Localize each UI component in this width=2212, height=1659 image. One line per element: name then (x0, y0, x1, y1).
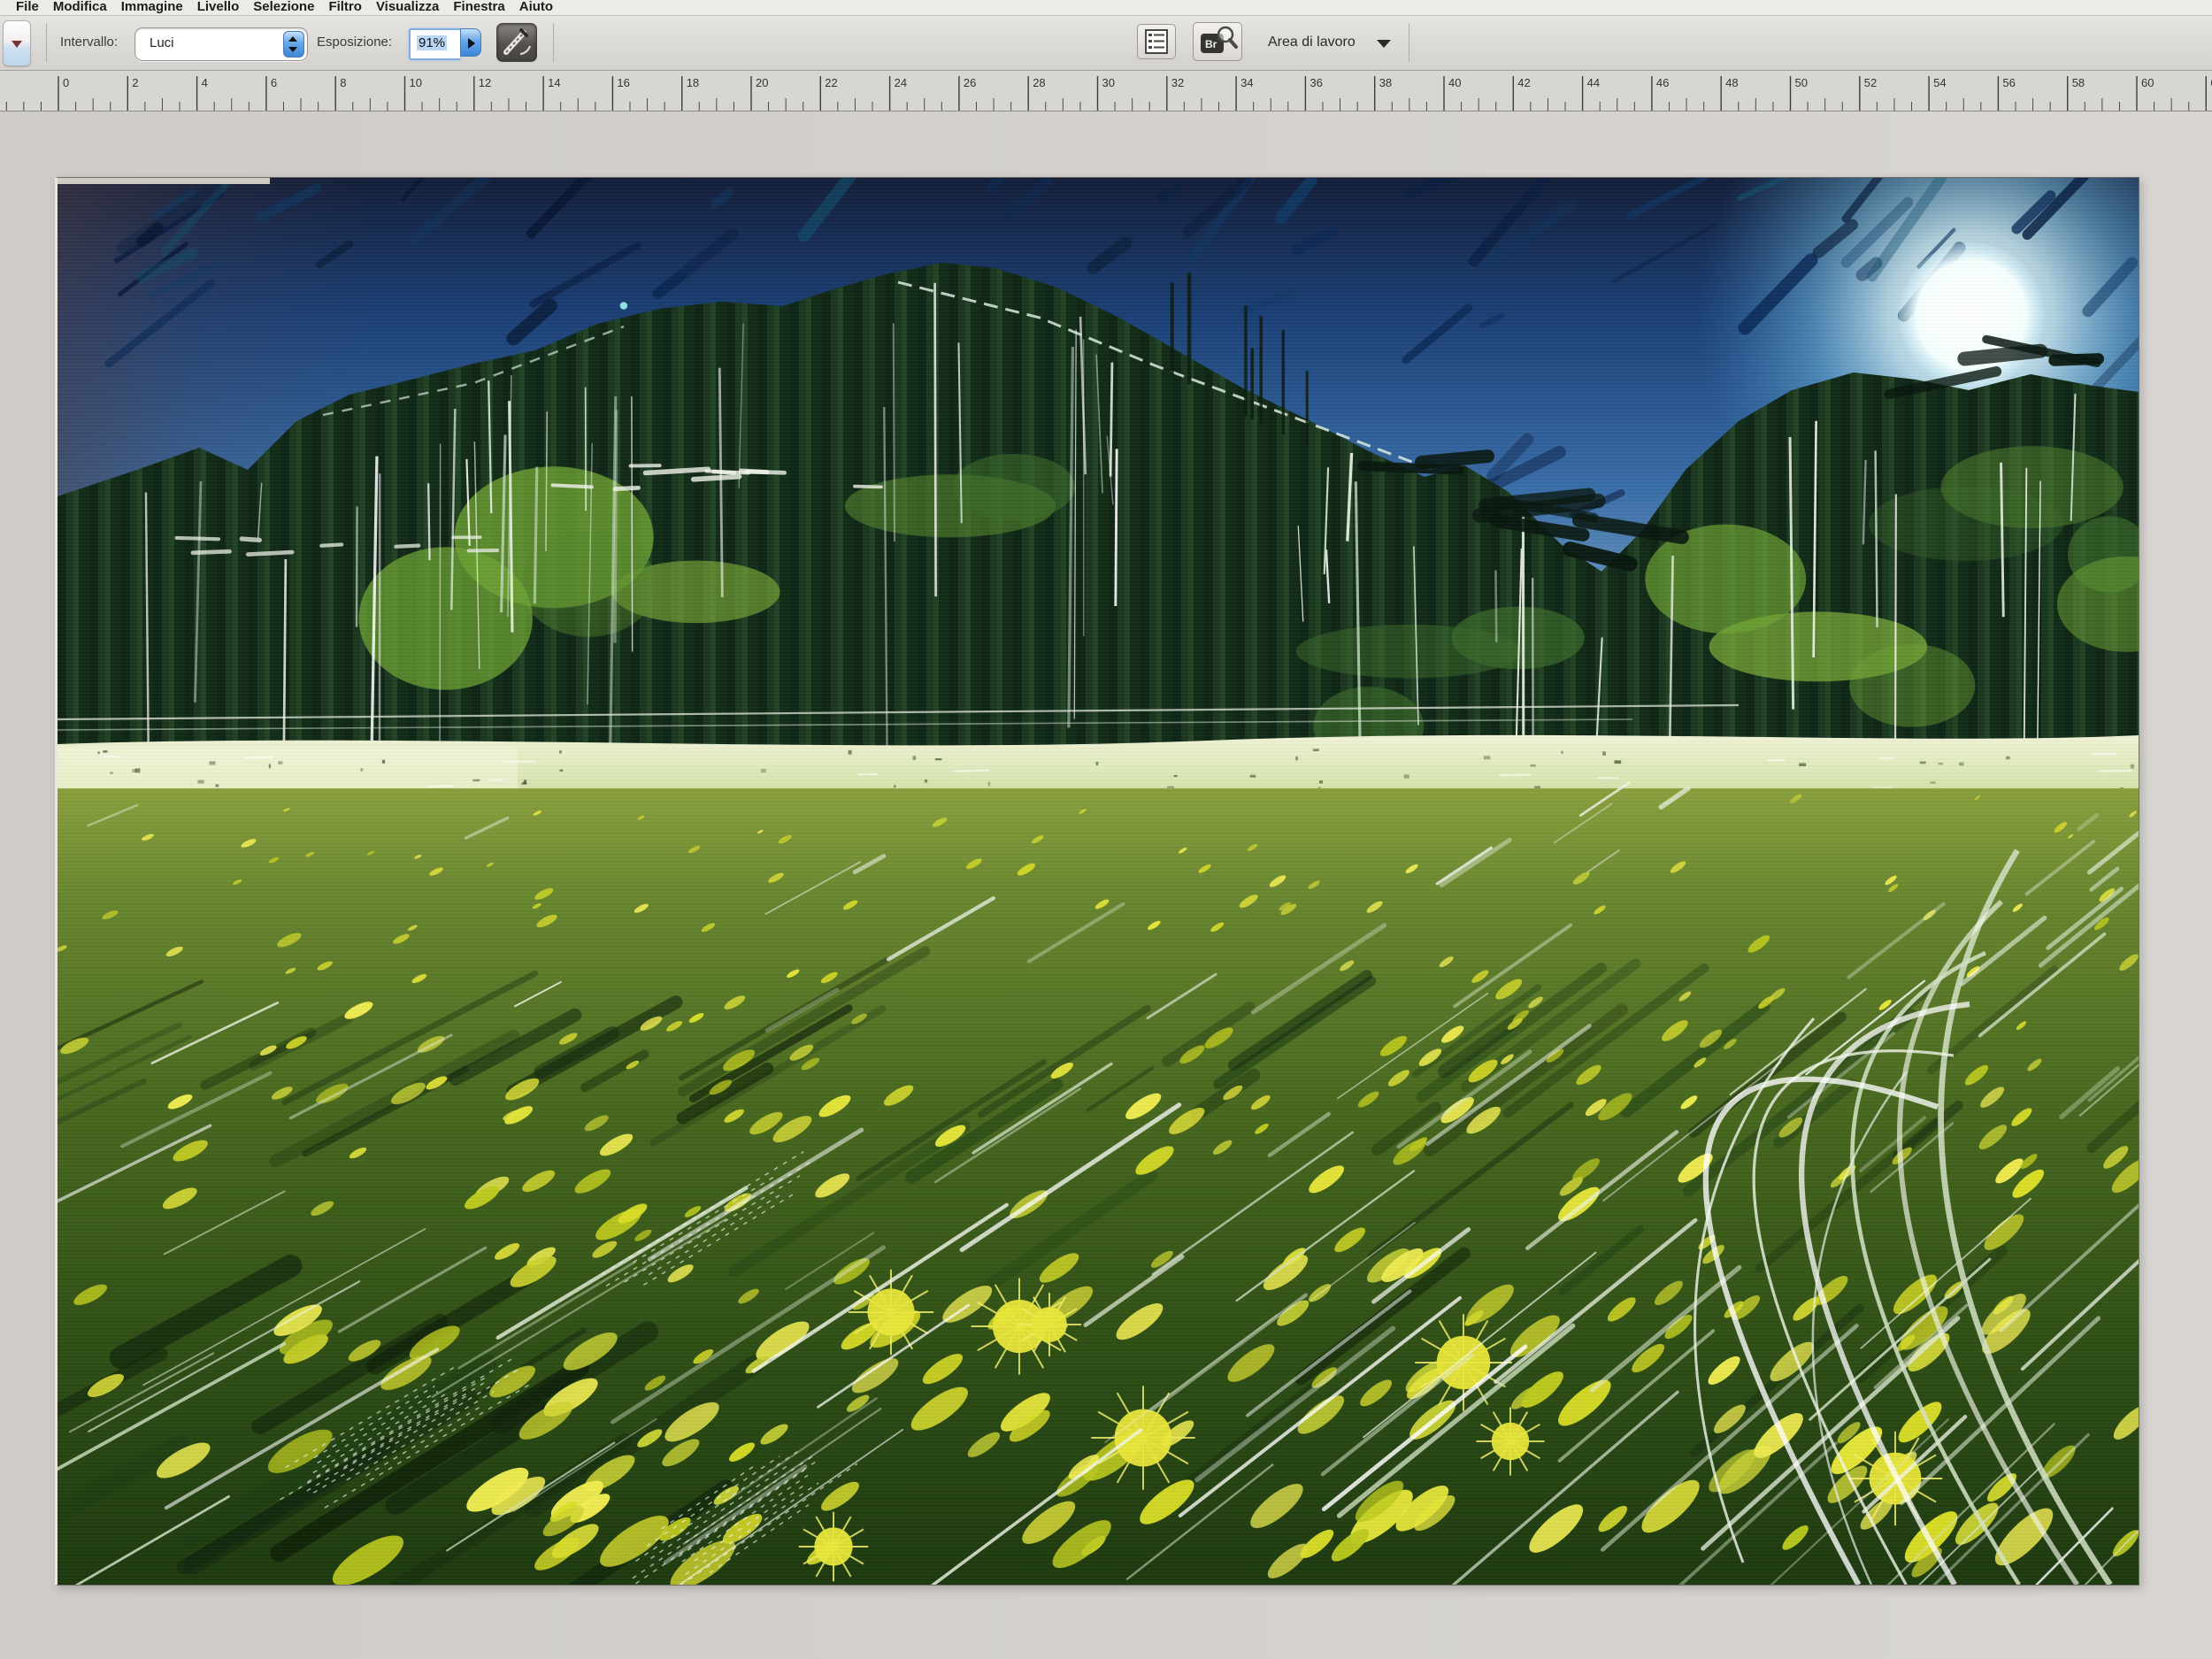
airbrush-toggle-button[interactable] (496, 23, 537, 62)
menu-modifica[interactable]: Modifica (53, 0, 107, 15)
ruler-label: 16 (617, 76, 629, 89)
ruler-ticks: 0246810121416182022242628303234363840424… (0, 71, 2212, 111)
palette-list-icon (1138, 25, 1175, 58)
painting-artwork (58, 178, 2139, 1585)
ruler-label: 34 (1240, 76, 1253, 89)
exposure-value: 91% (417, 35, 447, 50)
ruler-label: 24 (895, 76, 907, 89)
ruler-label: 22 (825, 76, 837, 89)
ruler-label: 32 (1171, 76, 1184, 89)
svg-text:Br: Br (1205, 38, 1217, 50)
range-value: Luci (150, 35, 174, 50)
ruler-label: 36 (1310, 76, 1322, 89)
canvas-document[interactable] (55, 177, 2139, 1586)
menu-file[interactable]: File (16, 0, 39, 15)
ruler-label: 60 (2141, 76, 2154, 89)
separator (46, 23, 47, 62)
ruler-label: 4 (202, 76, 208, 89)
ruler-label: 10 (410, 76, 422, 89)
stepper-arrows-icon (283, 31, 304, 58)
preset-dropdown-arrow-icon (12, 41, 22, 48)
ruler-label: 8 (340, 76, 346, 89)
menu-visualizza[interactable]: Visualizza (376, 0, 439, 15)
ruler-label: 48 (1725, 76, 1738, 89)
exposure-slider-button[interactable] (460, 28, 481, 57)
menu-selezione[interactable]: Selezione (253, 0, 314, 15)
ruler-label: 44 (1587, 76, 1600, 89)
menu-livello[interactable]: Livello (197, 0, 240, 15)
right-arrow-icon (468, 38, 475, 49)
bridge-button[interactable]: Br (1193, 22, 1242, 61)
menu-bar: File Modifica Immagine Livello Selezione… (0, 0, 2212, 16)
ruler-label: 20 (756, 76, 768, 89)
ruler-label: 6 (271, 76, 277, 89)
ruler-label: 0 (63, 76, 69, 89)
tool-options-bar: Intervallo: Luci Esposizione: 91% (0, 16, 2212, 71)
ruler-label: 46 (1656, 76, 1669, 89)
menu-filtro[interactable]: Filtro (328, 0, 362, 15)
menu-finestra[interactable]: Finestra (453, 0, 504, 15)
ruler-label: 56 (2002, 76, 2015, 89)
ruler-label: 12 (479, 76, 491, 89)
exposure-input[interactable]: 91% (409, 28, 460, 60)
horizontal-ruler[interactable]: 0246810121416182022242628303234363840424… (0, 71, 2212, 111)
ruler-label: 26 (964, 76, 976, 89)
ruler-label: 30 (1102, 76, 1115, 89)
ruler-label: 18 (687, 76, 699, 89)
airbrush-pen-icon (497, 24, 536, 61)
ruler-label: 38 (1379, 76, 1392, 89)
ruler-label: 42 (1517, 76, 1530, 89)
ruler-label: 52 (1864, 76, 1877, 89)
ruler-label: 2 (132, 76, 138, 89)
pasteboard (0, 111, 2212, 1659)
workspace-menu[interactable]: Area di lavoro (1268, 35, 1356, 50)
ruler-label: 58 (2072, 76, 2085, 89)
ruler-label: 14 (548, 76, 560, 89)
range-select[interactable]: Luci (134, 27, 308, 61)
ruler-label: 28 (1033, 76, 1045, 89)
bridge-icon: Br (1194, 23, 1241, 60)
range-label: Intervallo: (60, 35, 118, 50)
ruler-label: 54 (1933, 76, 1946, 89)
photoshop-window: File Modifica Immagine Livello Selezione… (0, 0, 2212, 1659)
workspace-caret-icon (1377, 40, 1391, 48)
tool-preset-picker[interactable] (3, 20, 31, 66)
separator (553, 23, 554, 62)
palette-well-button[interactable] (1137, 24, 1176, 59)
exposure-label: Esposizione: (317, 35, 392, 50)
menu-immagine[interactable]: Immagine (121, 0, 183, 15)
menu-aiuto[interactable]: Aiuto (519, 0, 553, 15)
ruler-label: 50 (1795, 76, 1808, 89)
ruler-label: 40 (1448, 76, 1461, 89)
